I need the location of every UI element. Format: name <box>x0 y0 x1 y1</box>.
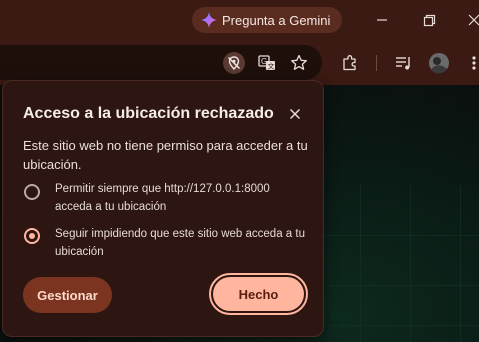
ask-gemini-button[interactable]: Pregunta a Gemini <box>192 7 342 33</box>
dialog-description: Este sitio web no tiene permiso para acc… <box>23 138 308 172</box>
done-button[interactable]: Hecho <box>213 277 304 311</box>
background-grid-line <box>460 185 461 342</box>
allow-location-radio[interactable] <box>24 184 40 200</box>
close-dialog-icon[interactable] <box>285 104 305 124</box>
media-queue-icon[interactable] <box>393 52 415 74</box>
profile-avatar[interactable] <box>428 52 450 74</box>
svg-text:文: 文 <box>268 62 275 71</box>
manage-button[interactable]: Gestionar <box>23 277 112 313</box>
background-grid-line <box>320 325 479 326</box>
close-icon[interactable] <box>464 10 479 30</box>
translate-icon[interactable]: G 文 <box>256 52 278 74</box>
ask-gemini-label: Pregunta a Gemini <box>222 12 331 28</box>
background-grid-line <box>410 185 411 342</box>
bookmark-star-icon[interactable] <box>288 52 310 74</box>
more-menu-icon[interactable] <box>466 52 479 74</box>
keep-blocking-label[interactable]: Seguir impidiendo que este sitio web acc… <box>55 225 305 261</box>
extensions-icon[interactable] <box>339 52 361 74</box>
location-blocked-icon[interactable] <box>223 52 245 74</box>
background-grid-line <box>360 185 361 342</box>
allow-location-label[interactable]: Permitir siempre que http://127.0.0.1:80… <box>55 180 305 216</box>
background-grid-line <box>320 235 479 236</box>
keep-blocking-radio[interactable] <box>24 228 40 244</box>
dialog-title: Acceso a la ubicación rechazado <box>23 105 274 122</box>
gemini-sparkle-icon <box>201 12 217 28</box>
location-permission-dialog: Acceso a la ubicación rechazado Este sit… <box>2 80 324 337</box>
title-bar: Pregunta a Gemini <box>0 0 479 40</box>
minimize-icon[interactable] <box>372 10 392 30</box>
toolbar-divider <box>376 55 377 71</box>
restore-icon[interactable] <box>419 10 439 30</box>
background-grid-line <box>320 285 479 286</box>
